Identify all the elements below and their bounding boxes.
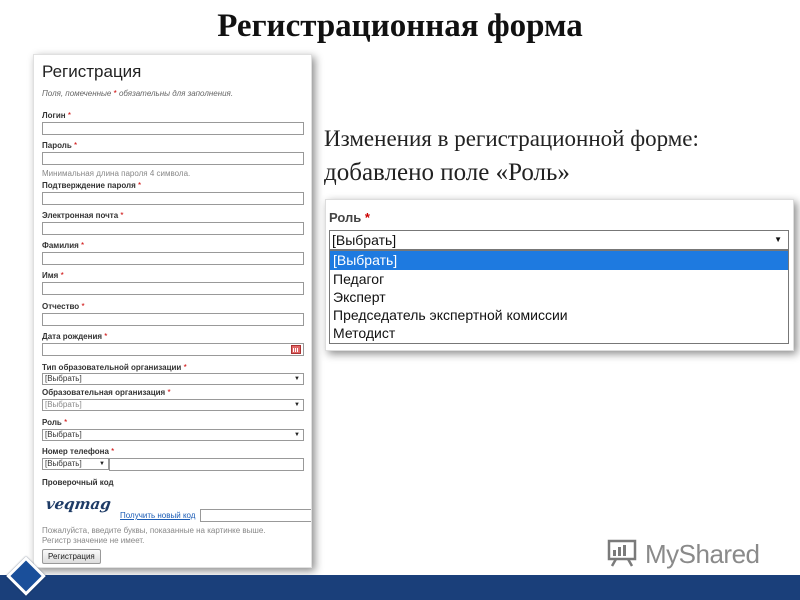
role-label: Роль * [42, 418, 68, 427]
password-input[interactable] [42, 152, 304, 165]
role-dropdown-select[interactable]: [Выбрать] ▼ [329, 230, 789, 250]
org-label: Образовательная организация * [42, 388, 171, 397]
password-confirm-label: Подтверждение пароля * [42, 181, 142, 190]
myshared-logo: MyShared [607, 537, 767, 573]
org-type-select[interactable]: [Выбрать] ▼ [42, 373, 304, 385]
birth-date-label: Дата рождения * [42, 332, 108, 341]
role-option[interactable]: Эксперт [330, 288, 788, 307]
role-select[interactable]: [Выбрать] ▼ [42, 429, 304, 441]
description-line-2: добавлено поле «Роль» [324, 159, 570, 186]
login-label: Логин * [42, 111, 71, 120]
org-select[interactable]: [Выбрать] ▼ [42, 399, 304, 411]
captcha-input[interactable] [200, 509, 311, 522]
last-name-input[interactable] [42, 252, 304, 265]
email-label: Электронная почта * [42, 211, 124, 220]
new-code-link[interactable]: Получить новый код [120, 511, 195, 520]
registration-form-panel: Регистрация Поля, помеченные * обязатель… [33, 54, 312, 568]
password-confirm-input[interactable] [42, 192, 304, 205]
role-option[interactable]: Методист [330, 324, 788, 343]
first-name-label: Имя * [42, 271, 64, 280]
chevron-down-icon: ▼ [294, 402, 300, 408]
required-note: Поля, помеченные * обязательны для запол… [42, 89, 233, 98]
chevron-down-icon: ▼ [99, 461, 105, 467]
phone-label: Номер телефона * [42, 447, 115, 456]
role-option[interactable]: Председатель экспертной комиссии [330, 306, 788, 325]
org-type-label: Тип образовательной организации * [42, 363, 187, 372]
slide-title: Регистрационная форма [217, 8, 583, 44]
required-note-end: обязательны для заполнения. [116, 89, 234, 98]
role-options-list: [Выбрать] Педагог Эксперт Председатель э… [329, 250, 789, 344]
captcha-label: Проверочный код [42, 478, 114, 487]
required-note-start: Поля, помеченные [42, 89, 114, 98]
role-dropdown-label: Роль * [329, 210, 370, 225]
register-button[interactable]: Регистрация [42, 549, 101, 564]
patronymic-label: Отчество * [42, 302, 85, 311]
form-heading: Регистрация [42, 62, 142, 81]
presentation-board-icon [607, 539, 637, 567]
captcha-image: veqmag [44, 495, 113, 513]
last-name-label: Фамилия * [42, 241, 85, 250]
logo-text: MyShared [645, 539, 760, 569]
role-option[interactable]: Педагог [330, 270, 788, 289]
password-label: Пароль * [42, 141, 78, 150]
calendar-icon[interactable] [291, 345, 301, 354]
chevron-down-icon: ▼ [774, 235, 782, 244]
password-hint: Минимальная длина пароля 4 символа. [42, 169, 191, 178]
description-line-1: Изменения в регистрационной форме: [324, 126, 699, 151]
login-input[interactable] [42, 122, 304, 135]
captcha-hint-line2: Регистр значение не имеет. [42, 536, 145, 545]
birth-date-input[interactable] [42, 343, 304, 356]
chevron-down-icon: ▼ [294, 376, 300, 382]
footer-bar [0, 575, 800, 600]
role-dropdown-panel: Роль * [Выбрать] ▼ [Выбрать] Педагог Эксп… [325, 199, 794, 351]
phone-input[interactable] [109, 458, 304, 471]
patronymic-input[interactable] [42, 313, 304, 326]
captcha-hint-line1: Пожалуйста, введите буквы, показанные на… [42, 526, 266, 535]
role-option[interactable]: [Выбрать] [330, 251, 788, 270]
phone-code-select[interactable]: [Выбрать] ▼ [42, 458, 109, 470]
chevron-down-icon: ▼ [294, 432, 300, 438]
first-name-input[interactable] [42, 282, 304, 295]
email-input[interactable] [42, 222, 304, 235]
